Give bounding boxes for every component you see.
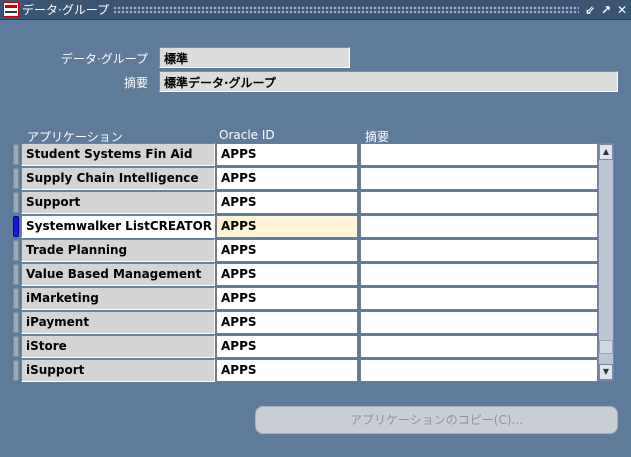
description-field[interactable]: 標準データ·グループ [159, 71, 618, 92]
description-cell[interactable] [360, 335, 598, 358]
maximize-icon[interactable]: ↗ [598, 2, 614, 18]
minimize-icon[interactable]: ⇙ [582, 2, 598, 18]
column-header-oracle-id: Oracle ID [219, 128, 275, 142]
table-row[interactable]: Trade Planning APPS [13, 239, 603, 263]
oracle-id-cell[interactable]: APPS [216, 335, 358, 358]
oracle-id-cell[interactable]: APPS [216, 215, 358, 238]
description-cell[interactable] [360, 167, 598, 190]
row-indicator[interactable] [13, 264, 19, 285]
description-cell[interactable] [360, 143, 598, 166]
oracle-id-cell[interactable]: APPS [216, 311, 358, 334]
application-cell[interactable]: iStore [21, 335, 215, 358]
application-cell[interactable]: Systemwalker ListCREATOR [21, 215, 215, 238]
table-row[interactable]: Student Systems Fin Aid APPS [13, 143, 603, 167]
table-row[interactable]: iPayment APPS [13, 311, 603, 335]
oracle-id-cell[interactable]: APPS [216, 167, 358, 190]
row-indicator[interactable] [13, 192, 19, 213]
table-row[interactable]: iSupport APPS [13, 359, 603, 383]
row-indicator[interactable] [13, 168, 19, 189]
application-cell[interactable]: Student Systems Fin Aid [21, 143, 215, 166]
description-cell[interactable] [360, 215, 598, 238]
close-icon[interactable]: ✕ [614, 2, 630, 18]
titlebar-grip [113, 6, 579, 14]
vertical-scrollbar[interactable]: ▲ ▼ [598, 143, 614, 381]
window-titlebar: データ·グループ ⇙ ↗ ✕ [0, 0, 631, 20]
application-cell[interactable]: iPayment [21, 311, 215, 334]
description-cell[interactable] [360, 239, 598, 262]
table-row[interactable]: Supply Chain Intelligence APPS [13, 167, 603, 191]
description-cell[interactable] [360, 287, 598, 310]
scroll-thumb[interactable] [599, 340, 613, 354]
row-indicator[interactable] [13, 312, 19, 333]
application-cell[interactable]: iMarketing [21, 287, 215, 310]
data-group-field[interactable]: 標準 [159, 47, 350, 68]
table-row[interactable]: Value Based Management APPS [13, 263, 603, 287]
application-cell[interactable]: iSupport [21, 359, 215, 382]
oracle-id-cell[interactable]: APPS [216, 359, 358, 382]
description-cell[interactable] [360, 263, 598, 286]
application-cell[interactable]: Value Based Management [21, 263, 215, 286]
copy-applications-button[interactable]: アプリケーションのコピー(C)... [255, 406, 618, 434]
row-indicator[interactable] [13, 336, 19, 357]
oracle-id-cell[interactable]: APPS [216, 287, 358, 310]
scroll-up-icon[interactable]: ▲ [599, 144, 613, 160]
description-cell[interactable] [360, 311, 598, 334]
oracle-id-cell[interactable]: APPS [216, 239, 358, 262]
row-indicator[interactable] [13, 216, 19, 237]
scroll-down-icon[interactable]: ▼ [599, 364, 613, 380]
application-cell[interactable]: Trade Planning [21, 239, 215, 262]
application-cell[interactable]: Support [21, 191, 215, 214]
description-cell[interactable] [360, 359, 598, 382]
row-indicator[interactable] [13, 288, 19, 309]
oracle-id-cell[interactable]: APPS [216, 191, 358, 214]
row-indicator[interactable] [13, 240, 19, 261]
application-cell[interactable]: Supply Chain Intelligence [21, 167, 215, 190]
table-row[interactable]: iStore APPS [13, 335, 603, 359]
window-title: データ·グループ [22, 3, 110, 17]
oracle-id-cell[interactable]: APPS [216, 263, 358, 286]
data-group-label: データ·グループ [60, 52, 148, 66]
oracle-forms-logo-icon [3, 2, 19, 17]
table-row[interactable]: Systemwalker ListCREATOR APPS [13, 215, 603, 239]
row-indicator[interactable] [13, 144, 19, 165]
table-row[interactable]: Support APPS [13, 191, 603, 215]
description-cell[interactable] [360, 191, 598, 214]
oracle-id-cell[interactable]: APPS [216, 143, 358, 166]
row-indicator[interactable] [13, 360, 19, 381]
description-label: 摘要 [123, 76, 148, 90]
table-row[interactable]: iMarketing APPS [13, 287, 603, 311]
